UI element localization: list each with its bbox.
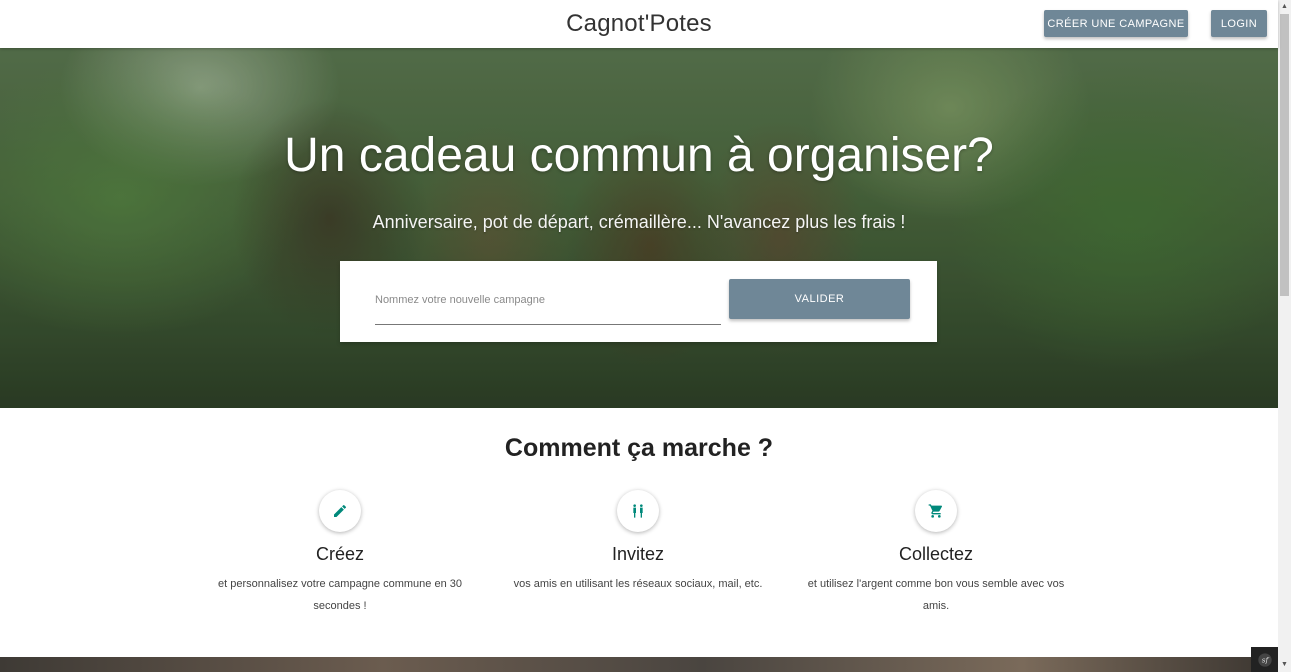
scroll-thumb[interactable] [1280, 14, 1289, 296]
symfony-toolbar-icon[interactable]: sf [1251, 647, 1278, 672]
step-title: Collectez [898, 544, 974, 564]
hero-banner: Un cadeau commun à organiser? Anniversai… [0, 48, 1278, 408]
scroll-up-arrow-icon[interactable]: ▲ [1280, 2, 1289, 12]
hero-subtitle: Anniversaire, pot de départ, crémaillère… [372, 212, 906, 232]
hero-title: Un cadeau commun à organiser? [284, 129, 994, 182]
next-section-image [0, 657, 1278, 672]
step-description: vos amis en utilisant les réseaux sociau… [513, 578, 763, 590]
pencil-icon [319, 490, 361, 532]
scroll-down-arrow-icon[interactable]: ▼ [1280, 660, 1289, 670]
step-description: et utilisez l'argent comme bon vous semb… [807, 578, 1065, 612]
cart-icon [915, 490, 957, 532]
campaign-form: VALIDER [340, 261, 937, 342]
navbar: Cagnot'Potes CRÉER UNE CAMPAGNE LOGIN [0, 0, 1278, 48]
step-title: Créez [315, 544, 364, 564]
how-it-works-title: Comment ça marche ? [504, 434, 774, 462]
step-description: et personnalisez votre campagne commune … [218, 578, 462, 612]
step-collect: Collectez et utilisez l'argent comme bon… [801, 490, 1071, 617]
page-scrollbar[interactable]: ▲ ▼ [1278, 0, 1291, 672]
step-title: Invitez [611, 544, 665, 564]
create-campaign-button[interactable]: CRÉER UNE CAMPAGNE [1044, 10, 1188, 37]
validate-button[interactable]: VALIDER [729, 279, 910, 319]
step-invite: Invitez vos amis en utilisant les réseau… [503, 490, 773, 595]
login-button[interactable]: LOGIN [1211, 10, 1267, 37]
people-icon [617, 490, 659, 532]
campaign-name-input[interactable] [375, 283, 721, 325]
step-create: Créez et personnalisez votre campagne co… [205, 490, 475, 617]
